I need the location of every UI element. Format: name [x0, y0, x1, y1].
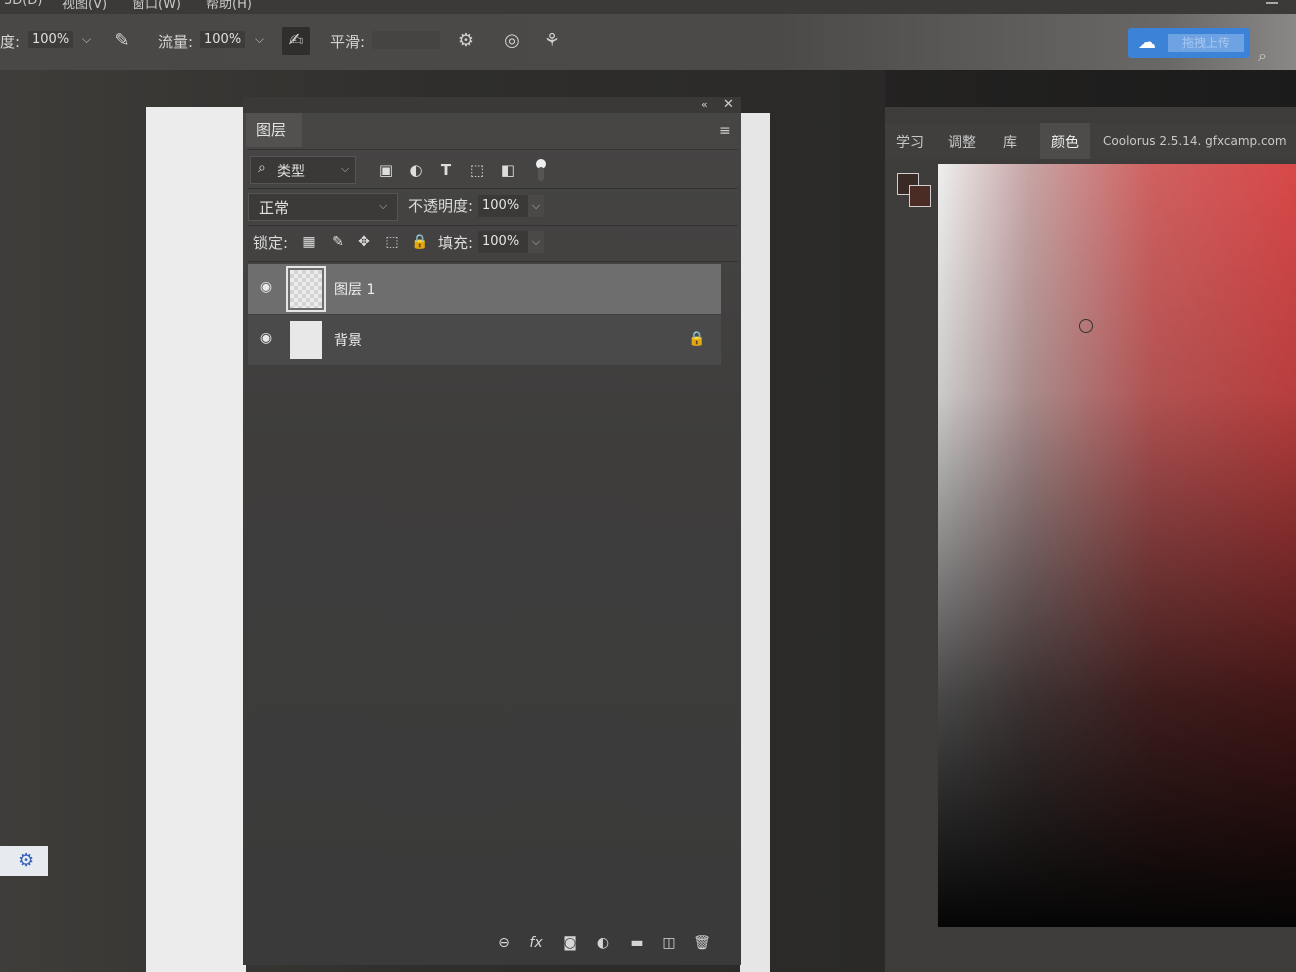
image-filter-icon[interactable]: ▣ — [376, 160, 396, 180]
mask-icon[interactable]: ◙ — [560, 933, 580, 953]
lock-position-icon[interactable]: ✥ — [355, 233, 373, 251]
lock-all-icon[interactable]: 🔒 — [411, 233, 429, 251]
tab-libraries[interactable]: 库 — [1003, 132, 1017, 152]
smart-object-filter-icon[interactable]: ◧ — [498, 160, 518, 180]
fill-input[interactable]: 100% — [478, 231, 528, 253]
airbrush-pressure-icon[interactable]: ✎ — [111, 30, 133, 52]
color-picker-cursor[interactable] — [1079, 319, 1093, 333]
chevron-down-icon: ⌵ — [379, 199, 388, 212]
upload-label: 拖拽上传 — [1168, 34, 1244, 52]
trash-icon[interactable]: 🗑 — [692, 933, 712, 953]
opacity-value[interactable]: 100% — [28, 31, 74, 48]
fill-label: 填充: — [438, 234, 474, 252]
filter-toggle-track — [538, 167, 544, 181]
menu-bar: 3D(D) 视图(V) 窗口(W) 帮助(H) — [0, 0, 1296, 14]
opacity-label: 度: — [0, 33, 21, 51]
options-bar: 度: 100% ⌵ ✎ 流量: 100% ⌵ ✍ 平滑: ⚙ ◎ ⚘ ☁ 拖拽上… — [0, 14, 1296, 70]
divider — [248, 225, 738, 226]
close-icon[interactable]: ✕ — [723, 97, 734, 112]
layer-name: 图层 1 — [334, 282, 376, 298]
tab-color[interactable]: 颜色 — [1051, 132, 1079, 152]
layer-name: 背景 — [334, 333, 362, 349]
opacity-value: 100% — [482, 198, 520, 213]
collapse-icon[interactable]: « — [701, 98, 708, 111]
document-canvas-edge — [740, 113, 770, 972]
shape-filter-icon[interactable]: ⬚ — [467, 160, 487, 180]
lock-pixels-icon[interactable]: ✎ — [329, 233, 347, 251]
menu-item-view[interactable]: 视图(V) — [62, 0, 107, 12]
flow-value[interactable]: 100% — [200, 31, 246, 48]
opacity-label: 不透明度: — [408, 197, 474, 215]
document-canvas[interactable] — [146, 107, 246, 972]
filter-toggle[interactable] — [536, 159, 546, 181]
divider — [248, 188, 738, 189]
color-panel: 学习 调整 库 颜色 Coolorus 2.5.14. gfxcamp.com — [885, 107, 1296, 972]
smoothing-label: 平滑: — [330, 33, 366, 51]
smoothing-input[interactable] — [372, 31, 440, 49]
adjustment-filter-icon[interactable]: ◐ — [406, 160, 426, 180]
panel-header — [243, 97, 741, 113]
divider — [248, 261, 738, 262]
chevron-down-icon: ⌵ — [341, 162, 350, 175]
flow-label: 流量: — [158, 33, 194, 51]
upload-button[interactable]: ☁ 拖拽上传 — [1128, 28, 1250, 58]
menu-item-window[interactable]: 窗口(W) — [132, 0, 181, 12]
background-color-swatch[interactable] — [909, 185, 931, 207]
blend-mode-value: 正常 — [259, 199, 290, 217]
airbrush-icon[interactable]: ✍ — [282, 27, 310, 55]
lock-icon: 🔒 — [688, 331, 706, 347]
chevron-down-icon[interactable]: ⌵ — [82, 32, 91, 47]
adjustment-layer-icon[interactable]: ◐ — [593, 933, 613, 953]
tab-layers-label: 图层 — [256, 121, 287, 139]
tab-layers[interactable]: 图层 — [246, 113, 302, 147]
menu-item-help[interactable]: 帮助(H) — [206, 0, 252, 12]
lock-transparent-icon[interactable]: ▦ — [300, 233, 318, 251]
folder-icon[interactable]: ▬ — [627, 933, 647, 953]
tab-learn[interactable]: 学习 — [896, 132, 924, 152]
panel-menu-icon[interactable]: ≡ — [719, 123, 731, 139]
layers-footer: ⊖ fx ◙ ◐ ▬ ◫ 🗑 — [253, 923, 741, 961]
tab-coolorus[interactable]: Coolorus 2.5.14. gfxcamp.com — [1103, 134, 1287, 148]
layer-thumbnail — [286, 266, 326, 312]
divider — [248, 149, 738, 150]
fill-value: 100% — [482, 234, 520, 249]
layer-thumbnail — [290, 321, 322, 359]
menu-item-3d[interactable]: 3D(D) — [4, 0, 42, 8]
eye-icon[interactable]: ◉ — [258, 330, 274, 346]
symmetry-icon[interactable]: ⚘ — [541, 30, 563, 52]
chevron-down-icon[interactable]: ⌵ — [528, 195, 544, 217]
search-icon: ⌕ — [258, 160, 266, 176]
tab-adjustments[interactable]: 调整 — [948, 132, 976, 152]
right-tabs: 学习 调整 库 颜色 Coolorus 2.5.14. gfxcamp.com — [885, 123, 1296, 159]
minimize-icon[interactable] — [1266, 2, 1278, 4]
search-icon[interactable]: ⌕ — [1258, 46, 1276, 65]
link-icon[interactable]: ⊖ — [494, 933, 514, 953]
chevron-down-icon[interactable]: ⌵ — [255, 32, 264, 47]
settings-badge[interactable]: ⚙ — [0, 846, 48, 876]
lock-artboard-icon[interactable]: ⬚ — [383, 233, 401, 251]
layer-row[interactable]: ◉ 背景 🔒 — [248, 315, 721, 365]
gear-icon[interactable]: ⚙ — [455, 30, 477, 52]
layer-row[interactable]: ◉ 图层 1 — [248, 264, 721, 314]
layers-panel: « ✕ 图层 ≡ ⌕ 类型 ⌵ ▣ ◐ T ⬚ ◧ 正常 ⌵ 不透明度: 100… — [243, 97, 741, 965]
gear-icon: ⚙ — [18, 850, 35, 871]
type-filter-icon[interactable]: T — [436, 160, 456, 180]
eye-icon[interactable]: ◉ — [258, 279, 274, 295]
fx-icon[interactable]: fx — [526, 933, 546, 953]
cloud-icon: ☁ — [1138, 32, 1156, 53]
lock-label: 锁定: — [253, 234, 289, 252]
new-layer-icon[interactable]: ◫ — [659, 933, 679, 953]
pressure-size-icon[interactable]: ◎ — [501, 30, 523, 52]
opacity-input[interactable]: 100% — [478, 195, 528, 217]
blend-mode-select[interactable]: 正常 ⌵ — [248, 193, 398, 221]
color-picker-field[interactable] — [938, 164, 1296, 927]
layer-filter-select[interactable]: ⌕ 类型 ⌵ — [250, 156, 356, 184]
chevron-down-icon[interactable]: ⌵ — [528, 231, 544, 253]
filter-type-label: 类型 — [277, 164, 305, 180]
